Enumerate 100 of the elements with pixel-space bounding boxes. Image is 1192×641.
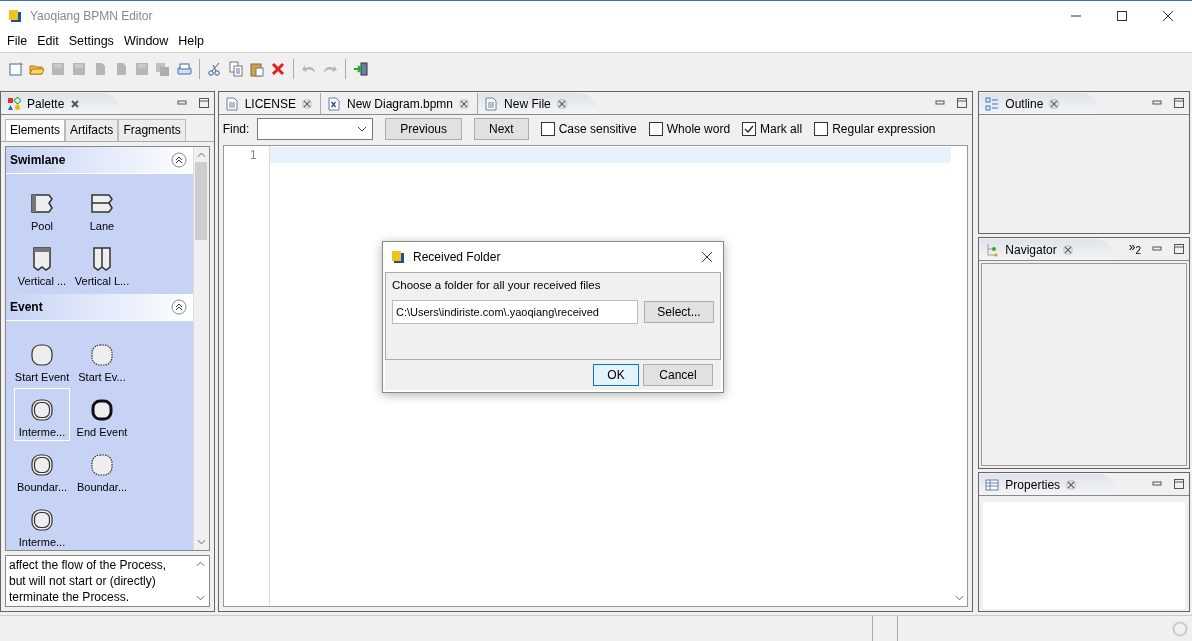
palette-item[interactable]: Interme... (14, 498, 70, 550)
document-icon (327, 96, 341, 111)
maximize-icon[interactable] (1173, 97, 1185, 109)
scroll-up-icon[interactable] (196, 561, 206, 567)
palette-item[interactable]: Start Ev... (74, 333, 130, 386)
print-icon[interactable] (176, 61, 192, 77)
view-tab[interactable]: Properties (979, 474, 1117, 495)
menu-item[interactable]: Help (173, 34, 210, 48)
option-checkbox[interactable]: Whole word (648, 122, 731, 136)
select-button[interactable]: Select... (644, 301, 714, 323)
cut-icon[interactable] (207, 61, 223, 77)
option-checkbox[interactable]: Mark all (742, 122, 803, 136)
palette-item-label: Boundar... (76, 481, 128, 493)
palette-item[interactable]: Boundar... (14, 443, 70, 496)
section-title: Swimlane (10, 153, 66, 167)
checkbox[interactable] (648, 122, 663, 136)
copy-icon[interactable] (228, 61, 244, 77)
palette-item[interactable]: Start Event (14, 333, 70, 386)
tab-label: New File (504, 96, 551, 111)
close-icon[interactable] (701, 251, 713, 263)
view-tab[interactable]: Navigator (979, 239, 1113, 260)
folder-path-field[interactable]: C:\Users\indiriste.com\.yaoqiang\received (392, 300, 638, 324)
palette-item[interactable]: Lane (74, 182, 130, 235)
maximize-icon[interactable] (956, 97, 969, 109)
view-title: Outline (1005, 96, 1044, 111)
menu-item[interactable]: File (2, 34, 33, 48)
close-icon[interactable] (70, 98, 81, 109)
palette-item[interactable]: Interme... (14, 388, 70, 441)
find-button[interactable]: Previous (385, 118, 462, 140)
overflow-indicator[interactable]: »$_{2}$ (1128, 239, 1141, 260)
dropdown-icon[interactable] (357, 126, 368, 132)
tree-icon (985, 242, 1000, 257)
palette-item[interactable]: Pool (14, 182, 70, 235)
shapes-icon (7, 96, 21, 111)
maximize-icon[interactable] (1116, 9, 1128, 22)
option-label: Mark all (760, 122, 803, 136)
close-icon[interactable] (1162, 9, 1174, 22)
event-icon (29, 342, 55, 368)
category-tab[interactable]: Elements (5, 119, 66, 141)
view-tab[interactable]: Outline (979, 93, 1100, 114)
new-icon[interactable] (8, 61, 24, 77)
dialog-message: Choose a folder for all your received files (392, 279, 602, 291)
scroll-down-icon[interactable] (196, 539, 206, 545)
find-field[interactable] (257, 118, 374, 140)
window-title: Yaoqiang BPMN Editor (30, 8, 153, 23)
palette-item-label: Start Ev... (78, 371, 126, 383)
collapse-icon[interactable] (170, 152, 187, 168)
palette-item[interactable]: Vertical L... (74, 237, 130, 290)
palette-item-label: Start Event (14, 371, 70, 383)
maximize-icon[interactable] (1173, 243, 1185, 255)
app-logo-icon (8, 8, 22, 23)
menu-item[interactable]: Settings (63, 34, 119, 48)
maximize-icon[interactable] (1173, 478, 1185, 490)
scroll-thumb[interactable] (195, 162, 208, 240)
checkbox[interactable] (540, 122, 555, 136)
find-button[interactable]: Next (474, 118, 529, 140)
exit-icon[interactable] (353, 61, 369, 77)
menu-item[interactable]: Edit (32, 34, 64, 48)
event-icon (29, 452, 55, 478)
event-icon (89, 397, 115, 423)
section-title: Event (10, 300, 43, 314)
editor-tab[interactable]: New File (478, 93, 597, 114)
option-label: Whole word (666, 122, 731, 136)
app-logo-icon (391, 250, 405, 264)
option-label: Case sensitive (558, 122, 637, 136)
section-header[interactable]: Event (6, 294, 193, 321)
option-checkbox[interactable]: Case sensitive (540, 122, 637, 136)
table-icon (985, 477, 1000, 492)
find-label: Find: (222, 122, 250, 136)
category-tab[interactable]: Artifacts (65, 119, 119, 141)
palette-item-label: Interme... (18, 536, 66, 548)
category-tab[interactable]: Fragments (118, 119, 186, 141)
view-title: Properties (1005, 477, 1061, 492)
checkbox[interactable] (814, 122, 829, 136)
palette-item-label: Boundar... (16, 481, 68, 493)
maximize-icon[interactable] (197, 97, 210, 109)
line-number: 1 (249, 148, 257, 163)
document-icon (484, 96, 499, 111)
menu-item[interactable]: Window (118, 34, 174, 48)
palette-item-label: Pool (31, 220, 53, 232)
delete-icon[interactable] (270, 61, 286, 77)
view-tab[interactable]: Palette (1, 93, 121, 114)
scroll-up-icon[interactable] (196, 152, 206, 158)
palette-item-label: Lane (89, 220, 115, 232)
palette-item[interactable]: Vertical ... (14, 237, 70, 290)
dialog-title: Received Folder (413, 250, 501, 264)
view-title: Palette (27, 96, 65, 111)
collapse-icon[interactable] (170, 299, 187, 315)
palette-item[interactable]: Boundar... (74, 443, 130, 496)
view-title: Navigator (1005, 242, 1057, 257)
palette-item-label: End Event (76, 426, 128, 438)
ok-button[interactable]: OK (593, 364, 639, 386)
progress-icon (1172, 620, 1188, 637)
scroll-down-icon[interactable] (196, 595, 206, 601)
scroll-down-icon[interactable] (954, 595, 964, 601)
palette-item[interactable]: End Event (74, 388, 130, 441)
section-header[interactable]: Swimlane (6, 147, 193, 174)
paste-icon[interactable] (249, 61, 265, 77)
cancel-button[interactable]: Cancel (643, 364, 713, 386)
checkbox[interactable] (742, 122, 757, 136)
